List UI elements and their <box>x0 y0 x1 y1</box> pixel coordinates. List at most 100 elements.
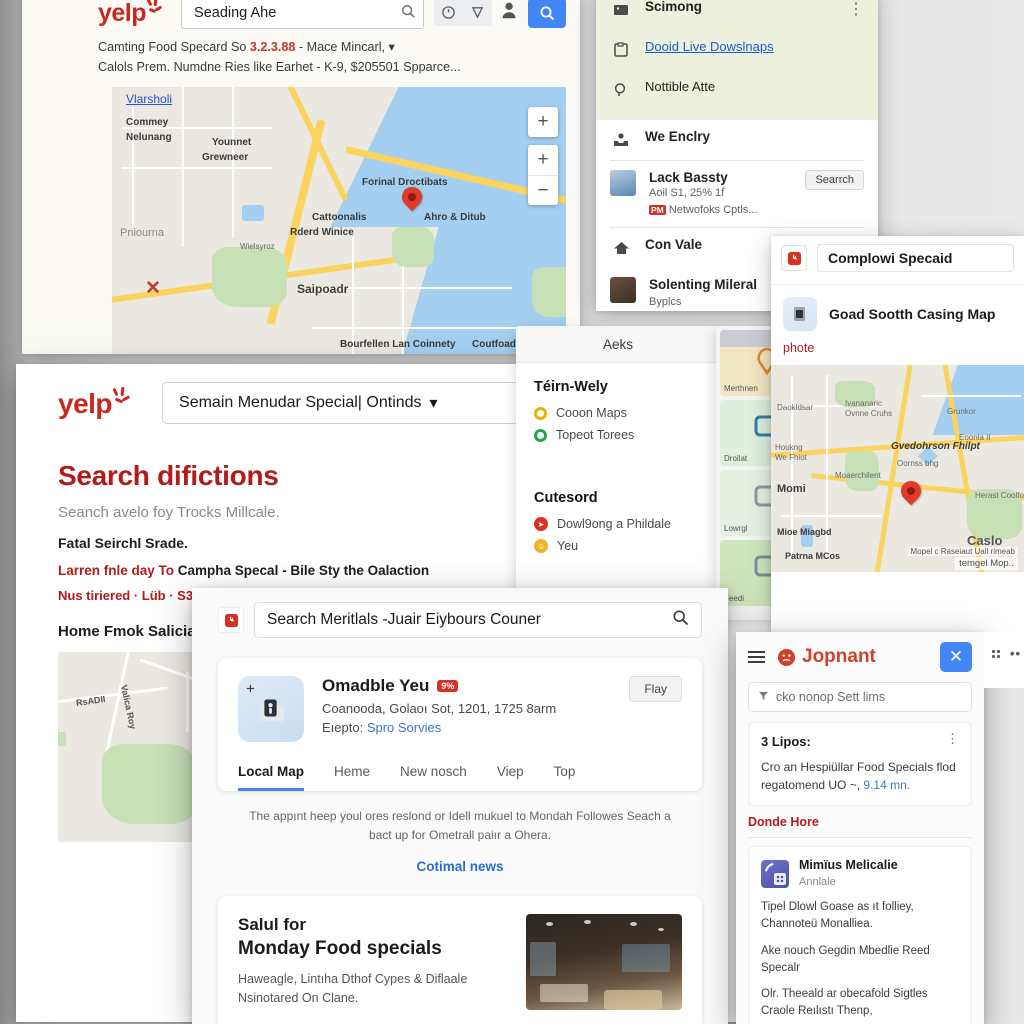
hamburger-icon[interactable] <box>748 648 765 666</box>
window-complowi-specaid[interactable]: Complowi Specaid Goad Sootth Casing Map … <box>771 236 1024 640</box>
result-sub2-prefix: Eıepto: <box>322 720 367 735</box>
list-item[interactable]: Dooid Live Dowslnaps <box>596 30 878 70</box>
jopnant-detail-card[interactable]: Mimïus Melicalie Annlale Tipel Dlowl Goa… <box>748 846 972 1024</box>
aeks-item-label: Topeot Torees <box>556 428 635 442</box>
thumbnail-caption: Droilat <box>724 454 748 463</box>
search-icon[interactable] <box>401 4 415 22</box>
center-search-input[interactable]: Search Meritlals -Juair Eiybours Couner <box>254 602 702 638</box>
zoom-in-button[interactable]: + <box>528 107 558 138</box>
right-title-bar[interactable]: Complowi Specaid <box>817 244 1014 272</box>
list-item-link[interactable]: Dooid Live Dowslnaps <box>645 39 774 54</box>
aeks-item[interactable]: ☺ Yeu <box>534 539 702 553</box>
window-jopnant[interactable]: Jopnant ✕ cko nonop Sett lims 3 Lipos: ⋮… <box>736 632 984 1024</box>
aeks-item-label: Yeu <box>557 539 579 553</box>
yelp-logo-main[interactable]: yelp <box>58 386 140 420</box>
search-icon[interactable] <box>672 609 689 631</box>
map-pin[interactable] <box>397 182 427 215</box>
clock-icon[interactable] <box>434 0 463 26</box>
yelp-app-icon[interactable] <box>218 607 244 633</box>
jopnant-search-input[interactable]: cko nonop Sett lims <box>748 682 972 712</box>
yelp-app-icon[interactable] <box>781 245 807 271</box>
center-note-line-1: The appınt heep youl ores reslond or Ide… <box>249 809 671 823</box>
search-icon <box>610 79 632 101</box>
yelp-logo[interactable]: yelp <box>98 0 171 28</box>
jopnant-brand-label: Jopnant <box>802 646 876 667</box>
right-card[interactable]: Goad Sootth Casing Map <box>771 284 1024 337</box>
map-label: Patrna MCos <box>785 551 841 561</box>
map-link[interactable]: Vlarsholi <box>126 92 172 106</box>
right-header: Complowi Specaid <box>771 236 1024 280</box>
zoom-controls[interactable]: + − <box>528 145 558 206</box>
map-label: Houkng <box>775 443 803 452</box>
more-icon[interactable]: •• <box>1010 646 1021 661</box>
map-pin[interactable] <box>896 476 926 509</box>
window-yelp-search-top-left[interactable]: yelp Seading Ahe Camting Food Specard So… <box>22 0 580 354</box>
detail-paragraph: Olr. Theeald ar obecafold Sigtles Craole… <box>761 988 928 1018</box>
detail-paragraph: Ake nouch Gegdin Mbedlie Reed Specalr <box>761 944 930 974</box>
zoom-in-label-2[interactable]: + <box>528 145 558 175</box>
map-label: We Fhiot <box>775 453 807 462</box>
promo-kicker: Salul for <box>238 915 307 935</box>
map-label: Wielsyroz <box>240 242 275 252</box>
map-label: Rderd Winice <box>290 227 354 239</box>
map-label: Ivananaric <box>845 399 882 408</box>
grid-dots-icon[interactable] <box>992 649 1000 658</box>
right-map[interactable]: Daokldsar Ivananaric Ovnne Cruhs Grunkor… <box>771 365 1024 572</box>
list-item[interactable]: Nottible Atte <box>596 70 878 110</box>
aeks-item[interactable]: ➤ Dowl9ong a Phildale <box>534 517 702 531</box>
list-item[interactable]: Scimong ⋮ <box>596 0 878 30</box>
listing-search-button[interactable]: Searrch <box>805 170 864 190</box>
map-label: Daokldsar <box>777 403 814 412</box>
lock-document-icon <box>238 676 304 742</box>
result-sub-2: Eıepto: Spro Sorvies <box>322 720 611 735</box>
close-icon[interactable]: ✕ <box>940 642 972 672</box>
jopnant-search-placeholder: cko nonop Sett lims <box>776 690 886 704</box>
play-button[interactable]: Flay <box>629 676 682 702</box>
person-icon[interactable] <box>499 0 521 26</box>
tips-card-header: 3 Lipos: ⋮ <box>761 732 959 749</box>
window-aeks-legend[interactable]: Aeks Téirn-Wely Cooon Maps Topeot Torees… <box>516 326 720 616</box>
aeks-item[interactable]: Cooon Maps <box>534 406 702 420</box>
search-input[interactable]: Seading Ahe <box>181 0 424 29</box>
map-footer-link[interactable]: temgel Mop.. <box>955 557 1018 570</box>
chevron-down-icon[interactable]: ▾ <box>389 40 395 54</box>
promo-card[interactable]: Salul for Monday Food specials Haweagle,… <box>218 896 702 1024</box>
search-submit-icon[interactable] <box>528 0 566 28</box>
subtitle-text-a: Camting Food Specard So <box>98 40 250 54</box>
category-select-value: Semain Menudar Special| Ontinds <box>179 394 422 411</box>
center-optional-link[interactable]: Cotimal news <box>192 859 728 874</box>
window-browser-sliver[interactable]: •• <box>984 632 1024 688</box>
shield-icon[interactable] <box>463 0 492 26</box>
tab-heme[interactable]: Heme <box>334 764 370 791</box>
center-result-card[interactable]: Omadble Yeu 9% Coanooda, Golaoı Sot, 120… <box>218 658 702 791</box>
kebab-icon[interactable]: ⋮ <box>946 732 959 745</box>
kebab-icon[interactable]: ⋮ <box>848 0 864 19</box>
center-note-line-2: bact up for Ometrall paiır a Ohera. <box>368 828 552 843</box>
top-left-header: yelp Seading Ahe <box>22 0 580 35</box>
photo-label[interactable]: phote <box>771 337 1024 365</box>
tab-top[interactable]: Top <box>554 764 576 791</box>
subtitle-text-c: - Mace Mincarl, <box>295 40 386 54</box>
tips-card-link[interactable]: 9.14 mn. <box>860 778 910 792</box>
list-item[interactable]: We Enclry <box>596 120 878 160</box>
result-line-dark: Campha Specal - Bile Sty the Oalaction <box>177 563 430 578</box>
tab-viep[interactable]: Viep <box>497 764 524 791</box>
jopnant-red-link[interactable]: Donde Hore <box>748 815 972 829</box>
listing-thumbnail <box>610 170 636 196</box>
jopnant-tips-card[interactable]: 3 Lipos: ⋮ Cro an Hespiüllar Food Specia… <box>748 722 972 806</box>
window-search-center[interactable]: Search Meritlals -Juair Eiybours Couner … <box>192 588 728 1024</box>
center-search-value: Search Meritlals -Juair Eiybours Couner <box>267 611 541 628</box>
map-label: Oornss bhg <box>897 459 939 468</box>
chevron-down-icon[interactable]: ▾ <box>430 393 438 413</box>
subtitle-number: 3.2.3.88 <box>249 40 296 54</box>
listing-row[interactable]: Lack Bassty Aoil S1, 25% 1ḟ PM Netwofoks… <box>596 161 878 227</box>
map-top-left[interactable]: Vlarsholi Commey Nelunang Younnet Grewne… <box>112 87 566 354</box>
tab-new-nosch[interactable]: New nosch <box>400 764 467 791</box>
aeks-item[interactable]: Topeot Torees <box>534 428 702 442</box>
listing-line-1: Aoil S1, 25% 1ḟ <box>649 187 725 199</box>
map-label: Ovnne Cruhs <box>845 409 893 418</box>
zoom-out-label[interactable]: − <box>528 175 558 205</box>
result-top: Omadble Yeu 9% Coanooda, Golaoı Sot, 120… <box>238 676 682 742</box>
tab-local-map[interactable]: Local Map <box>238 764 305 791</box>
result-sub2-link[interactable]: Spro Sorvies <box>367 720 441 735</box>
